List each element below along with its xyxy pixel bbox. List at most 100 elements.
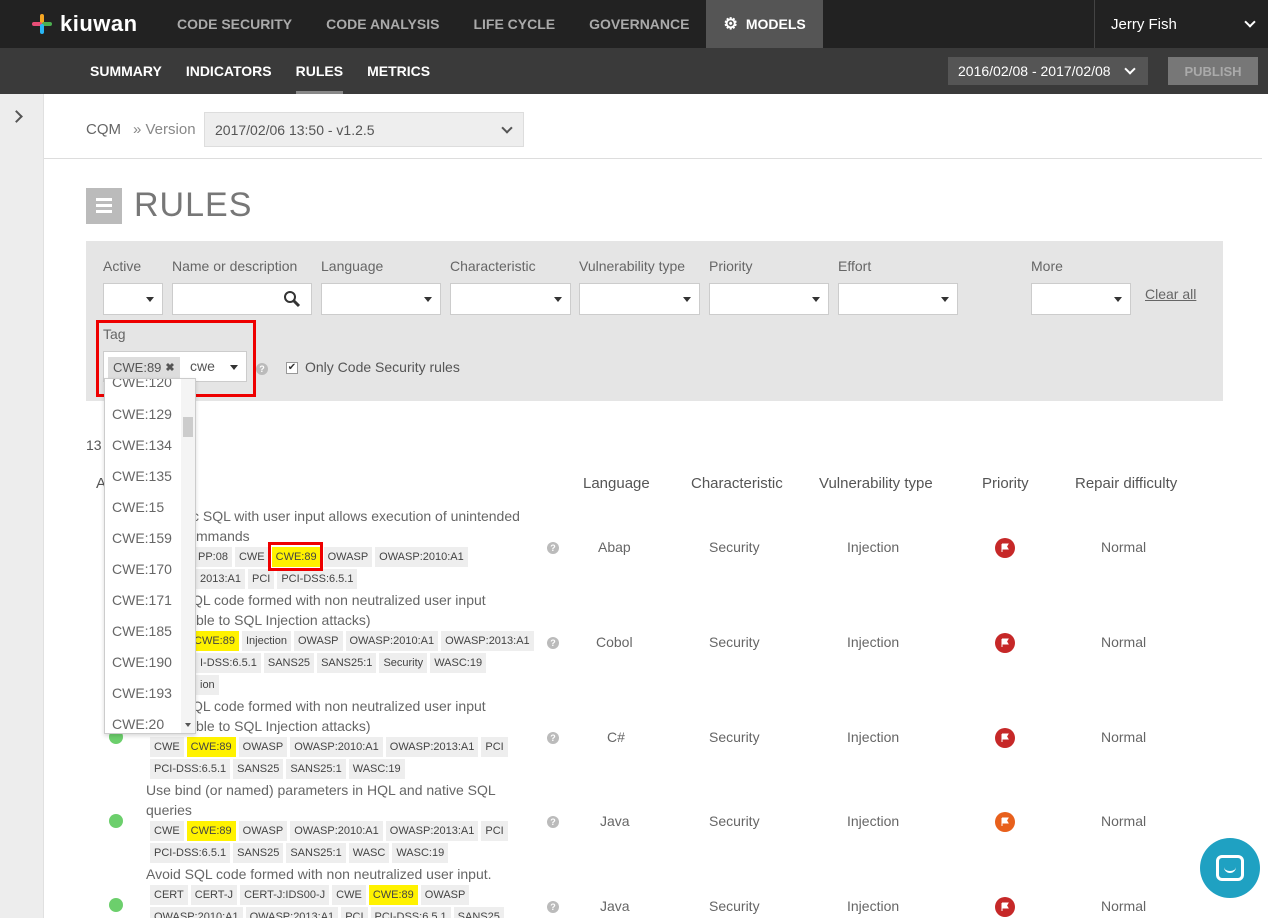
tag[interactable]: OWASP [238, 821, 288, 841]
scroll-down-icon[interactable] [185, 723, 191, 727]
filter-priority-select[interactable] [709, 283, 829, 315]
tag[interactable]: PP:08 [194, 547, 232, 567]
tag[interactable]: OWASP [323, 547, 373, 567]
filter-more-select[interactable] [1031, 283, 1131, 315]
header-priority[interactable]: Priority [982, 475, 1029, 492]
tag[interactable]: PCI-DSS:6.5.1 [150, 759, 231, 779]
help-icon[interactable]: ? [256, 363, 268, 375]
tag[interactable]: OWASP:2010:A1 [290, 737, 383, 757]
tag[interactable]: PCI [481, 821, 508, 841]
tag[interactable]: SANS25:1 [317, 653, 377, 673]
tag[interactable]: WASC:19 [392, 843, 449, 863]
tag-highlighted[interactable]: CWE:89 [368, 885, 418, 905]
chat-button[interactable] [1200, 838, 1260, 898]
tag[interactable]: Security [379, 653, 428, 673]
dropdown-option[interactable]: CWE:134 [112, 437, 172, 453]
help-icon[interactable]: ? [547, 637, 559, 649]
tag[interactable]: WASC [348, 843, 390, 863]
scrollbar-thumb[interactable] [183, 417, 193, 437]
tag-highlighted[interactable]: CWE:89 [186, 737, 236, 757]
filter-active-select[interactable] [103, 283, 163, 315]
tag[interactable]: PCI [341, 907, 368, 918]
dropdown-option[interactable]: CWE:193 [112, 685, 172, 701]
dropdown-option[interactable]: CWE:129 [112, 406, 172, 422]
tag[interactable]: PCI-DSS:6.5.1 [370, 907, 451, 918]
tab-metrics[interactable]: METRICS [355, 48, 442, 94]
dropdown-option[interactable]: CWE:120 [112, 379, 172, 390]
breadcrumb-root[interactable]: CQM [86, 121, 121, 138]
filter-effort-select[interactable] [838, 283, 958, 315]
header-repair[interactable]: Repair difficulty [1075, 475, 1177, 492]
tag[interactable]: Injection [241, 631, 291, 651]
tag[interactable]: OWASP [420, 885, 470, 905]
tag[interactable]: SANS25 [233, 843, 284, 863]
tag[interactable]: SANS25:1 [286, 843, 346, 863]
tag[interactable]: OWASP:2013:A1 [245, 907, 339, 918]
dropdown-option[interactable]: CWE:190 [112, 654, 172, 670]
filter-language-select[interactable] [321, 283, 441, 315]
help-icon[interactable]: ? [547, 816, 559, 828]
dropdown-option[interactable]: CWE:171 [112, 592, 172, 608]
dropdown-option[interactable]: CWE:159 [112, 530, 172, 546]
tag[interactable]: OWASP:2013:A1 [385, 821, 479, 841]
rule-title[interactable]: QL code formed with non neutralized user… [192, 696, 592, 716]
hamburger-icon[interactable] [86, 187, 122, 224]
nav-code-security[interactable]: CODE SECURITY [160, 0, 309, 48]
version-select[interactable]: 2017/02/06 13:50 - v1.2.5 [204, 112, 524, 147]
dropdown-scrollbar[interactable] [181, 379, 195, 733]
tag[interactable]: CERT [150, 885, 188, 905]
tag[interactable]: SANS25 [453, 907, 504, 918]
nav-governance[interactable]: GOVERNANCE [572, 0, 706, 48]
tab-summary[interactable]: SUMMARY [78, 48, 174, 94]
rule-title[interactable]: QL code formed with non neutralized user… [192, 590, 592, 610]
tag[interactable]: OWASP:2013:A1 [441, 631, 534, 651]
tag[interactable]: ion [196, 675, 219, 695]
only-security-checkbox[interactable]: ✔ [286, 362, 298, 374]
tag[interactable]: OWASP:2010:A1 [375, 547, 468, 567]
tag[interactable]: OWASP:2013:A1 [385, 737, 479, 757]
dropdown-option[interactable]: CWE:185 [112, 623, 172, 639]
chevron-right-icon[interactable] [10, 110, 23, 123]
rule-title[interactable]: Use bind (or named) parameters in HQL an… [146, 780, 546, 800]
tag[interactable]: 2013:A1 [196, 569, 245, 589]
dropdown-option[interactable]: CWE:15 [112, 499, 164, 515]
nav-code-analysis[interactable]: CODE ANALYSIS [309, 0, 456, 48]
tag[interactable]: OWASP [293, 631, 343, 651]
tag[interactable]: PCI [247, 569, 275, 589]
tag[interactable]: SANS25 [263, 653, 315, 673]
tag[interactable]: OWASP:2010:A1 [150, 907, 243, 918]
dropdown-option[interactable]: CWE:170 [112, 561, 172, 577]
tag[interactable]: I-DSS:6.5.1 [196, 653, 261, 673]
tag-dropdown-list[interactable]: CWE:120 CWE:129 CWE:134 CWE:135 CWE:15 C… [104, 378, 196, 734]
tag[interactable]: OWASP:2010:A1 [290, 821, 383, 841]
header-vuln[interactable]: Vulnerability type [819, 475, 933, 492]
clear-all-link[interactable]: Clear all [1145, 286, 1196, 302]
tag[interactable]: WASC:19 [348, 759, 405, 779]
tag[interactable]: CWE [150, 737, 184, 757]
tag[interactable]: CWE [234, 547, 269, 567]
tag[interactable]: PCI-DSS:6.5.1 [150, 843, 231, 863]
tag[interactable]: CWE [332, 885, 366, 905]
dropdown-option[interactable]: CWE:135 [112, 468, 172, 484]
header-language[interactable]: Language [583, 475, 650, 492]
kiuwan-logo[interactable]: kiuwan [0, 0, 160, 48]
rule-title[interactable]: Avoid SQL code formed with non neutraliz… [146, 864, 546, 884]
date-range-select[interactable]: 2016/02/08 - 2017/02/08 [948, 57, 1148, 85]
tag[interactable]: SANS25 [233, 759, 284, 779]
help-icon[interactable]: ? [547, 542, 559, 554]
publish-button[interactable]: PUBLISH [1168, 57, 1258, 85]
tag[interactable]: CERT-J [190, 885, 238, 905]
filter-name-input[interactable] [172, 283, 312, 315]
tag[interactable]: CWE [150, 821, 184, 841]
header-characteristic[interactable]: Characteristic [691, 475, 783, 492]
tag-highlighted[interactable]: CWE:89 [186, 821, 236, 841]
tag[interactable]: OWASP:2010:A1 [345, 631, 439, 651]
remove-tag-icon[interactable]: ✖ [165, 361, 174, 374]
tag[interactable]: WASC:19 [430, 653, 487, 673]
tag[interactable]: OWASP [238, 737, 288, 757]
rule-title[interactable]: c SQL with user input allows execution o… [192, 506, 592, 526]
user-menu[interactable]: Jerry Fish [1094, 0, 1268, 48]
nav-life-cycle[interactable]: LIFE CYCLE [456, 0, 572, 48]
help-icon[interactable]: ? [547, 732, 559, 744]
tag[interactable]: PCI [481, 737, 508, 757]
